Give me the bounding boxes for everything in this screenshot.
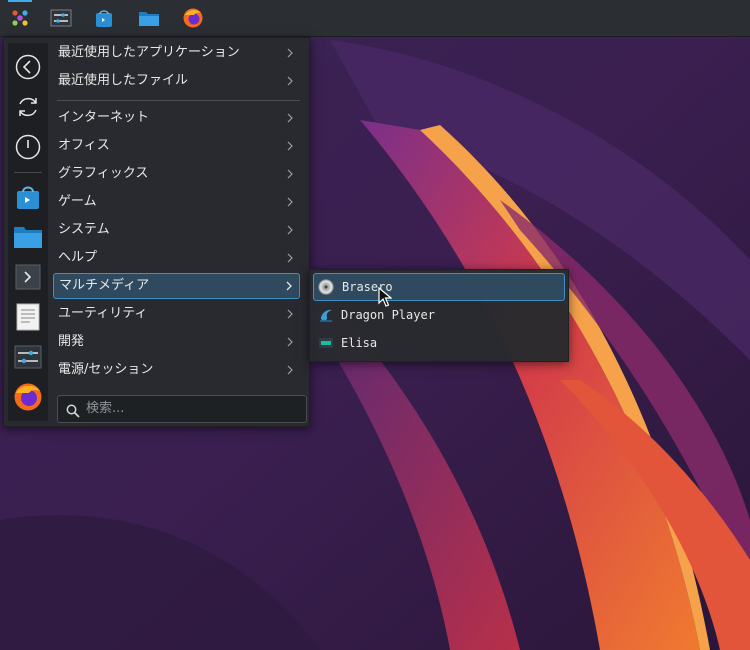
firefox-icon (183, 8, 203, 28)
chevron-right-icon (284, 217, 296, 243)
elisa-icon (319, 338, 333, 348)
category-power-session[interactable]: 電源/セッション (53, 357, 300, 383)
folder-icon (14, 227, 42, 248)
category-label: マルチメディア (59, 278, 150, 293)
favorite-firefox[interactable] (12, 381, 44, 413)
category-label: システム (58, 222, 110, 237)
multimedia-submenu: Brasero Dragon Player Elisa (309, 269, 569, 362)
favorite-file-manager[interactable] (12, 221, 44, 253)
chevron-right-icon (284, 133, 296, 159)
category-label: 電源/セッション (58, 362, 154, 377)
category-graphics[interactable]: グラフィックス (53, 161, 300, 187)
category-label: 最近使用したファイル (58, 73, 189, 88)
category-label: オフィス (58, 138, 110, 153)
discover-store-icon (17, 186, 39, 209)
favorites-bar (8, 43, 48, 421)
favorites-separator (14, 172, 42, 173)
restart-icon (19, 97, 37, 117)
chevron-right-icon (284, 301, 296, 327)
category-multimedia[interactable]: マルチメディア (53, 273, 300, 299)
category-recent-files[interactable]: 最近使用したファイル (53, 68, 300, 94)
category-development[interactable]: 開発 (53, 329, 300, 355)
category-label: グラフィックス (58, 166, 149, 181)
back-button[interactable] (12, 51, 44, 83)
category-recent-applications[interactable]: 最近使用したアプリケーション (53, 40, 300, 66)
category-label: 開発 (58, 334, 85, 349)
menu-separator (57, 100, 300, 101)
chevron-right-icon (284, 40, 296, 66)
chevron-right-icon (284, 161, 296, 187)
application-launcher-button[interactable] (6, 0, 34, 32)
system-settings-icon (14, 345, 42, 369)
app-dragon-player[interactable]: Dragon Player (313, 301, 565, 329)
restart-button[interactable] (12, 91, 44, 123)
favorite-system-settings[interactable] (12, 341, 44, 373)
back-icon (15, 54, 41, 80)
app-brasero[interactable]: Brasero (313, 273, 565, 301)
text-editor-icon (16, 303, 40, 331)
brasero-icon (318, 279, 334, 295)
terminal-icon (15, 264, 41, 290)
power-icon (15, 134, 41, 160)
dragon-player-icon (320, 309, 332, 322)
chevron-right-icon (284, 189, 296, 215)
chevron-right-icon (284, 329, 296, 355)
category-label: ユーティリティ (58, 306, 148, 321)
category-office[interactable]: オフィス (53, 133, 300, 159)
category-utilities[interactable]: ユーティリティ (53, 301, 300, 327)
chevron-right-icon (284, 105, 296, 131)
chevron-right-icon (284, 245, 296, 271)
search-field[interactable]: 検索... (57, 395, 307, 423)
system-settings-launcher[interactable] (47, 4, 75, 32)
file-manager-icon (139, 12, 159, 26)
file-manager-launcher[interactable] (135, 4, 163, 32)
favorite-discover[interactable] (12, 181, 44, 213)
discover-launcher[interactable] (90, 4, 118, 32)
firefox-launcher[interactable] (179, 4, 207, 32)
firefox-icon (14, 383, 42, 411)
favorite-text-editor[interactable] (12, 301, 44, 333)
application-launcher-icon (12, 10, 28, 26)
category-internet[interactable]: インターネット (53, 105, 300, 131)
category-label: 最近使用したアプリケーション (58, 45, 240, 60)
system-settings-icon (50, 9, 72, 27)
application-menu: 最近使用したアプリケーション 最近使用したファイル インターネット オフィス グ… (3, 37, 310, 427)
category-system[interactable]: システム (53, 217, 300, 243)
category-games[interactable]: ゲーム (53, 189, 300, 215)
search-placeholder: 検索... (86, 401, 125, 416)
top-panel (0, 0, 750, 37)
chevron-right-icon (283, 274, 295, 298)
chevron-right-icon (284, 357, 296, 383)
app-label: Dragon Player (341, 308, 435, 322)
mouse-cursor-icon (378, 287, 392, 307)
category-help[interactable]: ヘルプ (53, 245, 300, 271)
category-label: ヘルプ (58, 250, 98, 265)
discover-store-icon (96, 10, 112, 27)
app-label: Elisa (341, 336, 378, 350)
power-button[interactable] (12, 131, 44, 163)
chevron-right-icon (284, 68, 296, 94)
search-icon (66, 402, 80, 428)
category-label: インターネット (58, 110, 150, 125)
app-elisa[interactable]: Elisa (313, 329, 565, 357)
favorite-terminal[interactable] (12, 261, 44, 293)
category-label: ゲーム (58, 194, 97, 209)
